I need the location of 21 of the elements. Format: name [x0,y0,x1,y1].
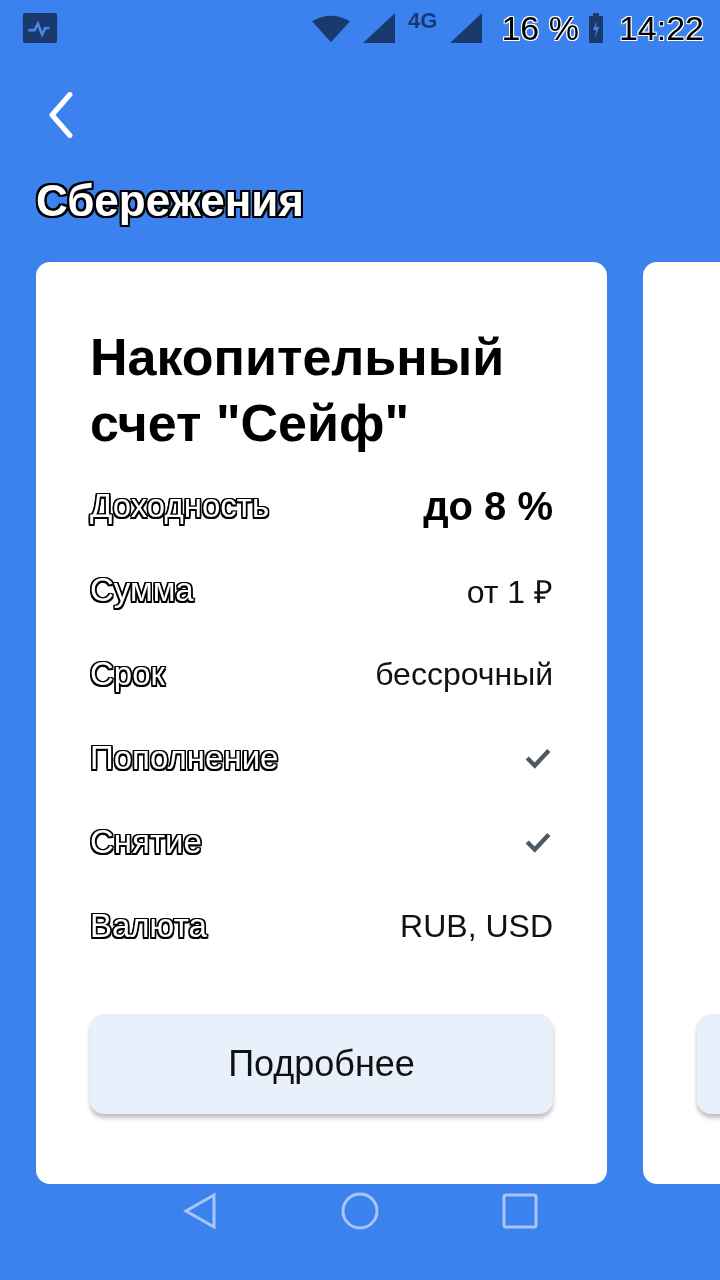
row-label: Снятие [90,823,202,861]
clock: 14:22 [618,8,704,48]
row-label: Доходность [90,487,270,525]
row-label: Срок [90,655,165,693]
row-label: Валюта [90,907,207,945]
card-title: Накопительный счет "Сейф" [90,327,506,454]
home-icon[interactable] [340,1190,380,1231]
row-label: Сумма [90,571,194,609]
battery-percent: 16 % [501,8,579,48]
back-icon[interactable] [48,92,74,138]
page-title: Сбережения [36,176,305,227]
row-value: RUB, USD [400,907,553,945]
activity-icon [22,13,58,43]
row-label: Пополнение [90,739,279,777]
row-value: бессрочный [375,655,553,693]
network-label: 4G [408,8,438,34]
row-value: до 8 % [423,483,553,529]
battery-icon [588,13,603,43]
details-button[interactable]: Подробнее [90,1014,553,1114]
wifi-icon [312,13,351,43]
row-value: от 1 ₽ [466,572,553,612]
